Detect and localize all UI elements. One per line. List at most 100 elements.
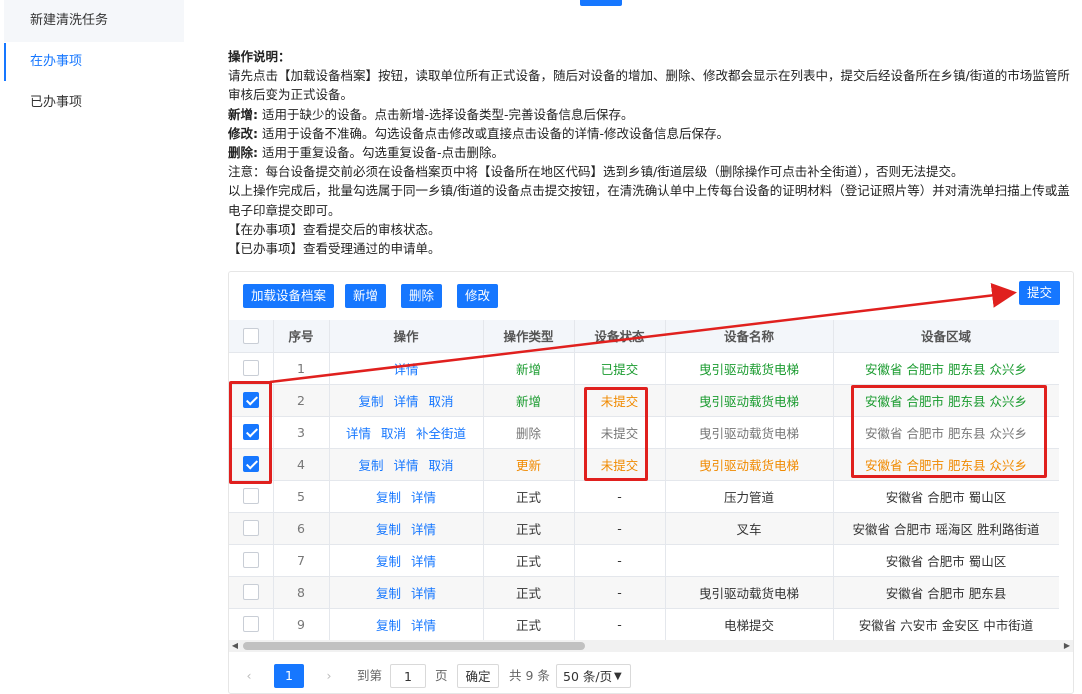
row-action-link[interactable]: 详情 [393,458,418,473]
row-action-link[interactable]: 复制 [376,618,401,633]
add-button[interactable]: 新增 [345,284,387,308]
row-device-name: 曳引驱动载货电梯 [665,448,834,481]
row-checkbox[interactable] [242,360,259,377]
table-row[interactable]: 5 复制 详情 正式 - 压力管道 安徽省 合肥市 蜀山区 [229,480,1059,513]
row-select-cell[interactable] [229,384,274,417]
row-action-link[interactable]: 取消 [429,394,454,409]
row-select-cell[interactable] [229,480,274,513]
scroll-right-icon[interactable]: ▶ [1061,640,1073,652]
sidebar-item-new-task[interactable]: 新建清洗任务 [4,2,184,40]
row-number: 7 [273,544,330,577]
header-select-all[interactable] [229,320,274,353]
device-table: 序号 操作 操作类型 设备状态 设备名称 设备区域 1 详情 新增 已提交 曳引驱动载货… [229,320,1059,641]
select-all-checkbox[interactable] [242,328,259,344]
row-actions: 复制 详情 [329,608,484,641]
row-checkbox[interactable] [242,424,259,441]
row-number: 5 [273,480,330,513]
row-device-area: 安徽省 六安市 金安区 中市街道 [833,608,1059,641]
row-actions: 复制 详情 [329,512,484,545]
row-action-link[interactable]: 取消 [429,458,454,473]
delete-button[interactable]: 删除 [401,284,443,308]
load-archive-button[interactable]: 加载设备档案 [243,284,335,308]
row-action-link[interactable]: 复制 [376,586,401,601]
row-checkbox[interactable] [242,520,259,537]
row-checkbox[interactable] [242,616,259,633]
scroll-left-icon[interactable]: ◀ [229,640,241,652]
row-action-link[interactable]: 详情 [393,394,418,409]
row-number: 2 [273,384,330,417]
row-select-cell[interactable] [229,608,274,641]
row-device-area: 安徽省 合肥市 肥东县 众兴乡 [833,352,1059,385]
row-actions: 复制 详情 [329,576,484,609]
row-select-cell[interactable] [229,416,274,449]
row-checkbox[interactable] [242,552,259,569]
row-checkbox[interactable] [242,392,259,409]
table-row[interactable]: 6 复制 详情 正式 - 叉车 安徽省 合肥市 瑶海区 胜利路街道 [229,512,1059,545]
header-cell: 设备名称 [665,320,834,353]
active-indicator [4,43,6,81]
table-row[interactable]: 3 详情 取消 补全街道 删除 未提交 曳引驱动载货电梯 安徽省 合肥市 肥东县 众兴乡 [229,416,1059,449]
row-action-link[interactable]: 详情 [411,554,436,569]
add-label: 新增: [228,106,258,122]
row-op-type: 正式 [483,480,575,513]
row-action-link[interactable]: 详情 [411,490,436,505]
row-number: 3 [273,416,330,449]
row-select-cell[interactable] [229,352,274,385]
page-size-value: 50 条/页 [563,669,613,684]
row-action-link[interactable]: 详情 [393,362,418,377]
row-device-area: 安徽省 合肥市 肥东县 众兴乡 [833,416,1059,449]
table-row[interactable]: 9 复制 详情 正式 - 电梯提交 安徽省 六安市 金安区 中市街道 [229,608,1059,641]
table-row[interactable]: 1 详情 新增 已提交 曳引驱动载货电梯 安徽省 合肥市 肥东县 众兴乡 [229,352,1059,385]
page-current[interactable]: 1 [274,664,304,688]
chevron-left-icon[interactable]: ‹ [241,664,257,688]
row-action-link[interactable]: 复制 [376,522,401,537]
table-row[interactable]: 2 复制 详情 取消 新增 未提交 曳引驱动载货电梯 安徽省 合肥市 肥东县 众兴乡 [229,384,1059,417]
sidebar-item-in-progress[interactable]: 在办事项 [4,43,184,81]
row-action-link[interactable]: 取消 [381,426,406,441]
horizontal-scrollbar[interactable]: ◀ ▶ [229,640,1073,652]
row-action-link[interactable]: 复制 [358,458,383,473]
row-select-cell[interactable] [229,576,274,609]
row-action-link[interactable]: 复制 [376,490,401,505]
row-select-cell[interactable] [229,544,274,577]
row-checkbox[interactable] [242,456,259,473]
chevron-right-icon[interactable]: › [321,664,337,688]
table-row[interactable]: 4 复制 详情 取消 更新 未提交 曳引驱动载货电梯 安徽省 合肥市 肥东县 众兴乡 [229,448,1059,481]
row-op-type: 更新 [483,448,575,481]
row-action-link[interactable]: 补全街道 [416,426,466,441]
scrollbar-thumb[interactable] [243,642,585,650]
row-action-link[interactable]: 详情 [346,426,371,441]
table-row[interactable]: 8 复制 详情 正式 - 曳引驱动载货电梯 安徽省 合肥市 肥东县 [229,576,1059,609]
row-number: 1 [273,352,330,385]
row-checkbox[interactable] [242,488,259,505]
row-device-name: 曳引驱动载货电梯 [665,384,834,417]
goto-confirm-button[interactable]: 确定 [457,664,499,688]
row-select-cell[interactable] [229,448,274,481]
add-text: 适用于缺少的设备。点击新增-选择设备类型-完善设备信息后保存。 [258,106,634,122]
row-action-link[interactable]: 复制 [358,394,383,409]
sidebar-item-done[interactable]: 已办事项 [4,84,184,122]
instructions-note: 注意：每台设备提交前必须在设备档案页中将【设备所在地区代码】选到乡镇/街道层级（… [228,164,964,180]
row-op-type: 正式 [483,608,575,641]
row-actions: 详情 [329,352,484,385]
edit-button[interactable]: 修改 [457,284,499,308]
row-select-cell[interactable] [229,512,274,545]
row-action-link[interactable]: 详情 [411,586,436,601]
submit-button[interactable]: 提交 [1019,281,1061,305]
row-device-name: 叉车 [665,512,834,545]
row-device-area: 安徽省 合肥市 肥东县 众兴乡 [833,448,1059,481]
row-action-link[interactable]: 详情 [411,618,436,633]
row-op-type: 新增 [483,384,575,417]
goto-page-input[interactable]: 1 [390,664,426,688]
instructions-delete: 删除: 适用于重复设备。勾选重复设备-点击删除。 [228,143,1080,162]
instructions-line: 审核后变为正式设备。 [228,87,354,103]
row-action-link[interactable]: 复制 [376,554,401,569]
instructions-line: 以上操作完成后，批量勾选属于同一乡镇/街道的设备点击提交按钮，在清洗确认单中上传… [228,183,1070,199]
sidebar: 新建清洗任务 在办事项 已办事项 [0,0,184,694]
page-size-select[interactable]: 50 条/页 ▼ [556,664,631,688]
instructions-line: 电子印章提交即可。 [228,202,341,218]
row-action-link[interactable]: 详情 [411,522,436,537]
row-checkbox[interactable] [242,584,259,601]
table-row[interactable]: 7 复制 详情 正式 - 安徽省 合肥市 蜀山区 [229,544,1059,577]
sidebar-item-label: 在办事项 [30,54,83,69]
